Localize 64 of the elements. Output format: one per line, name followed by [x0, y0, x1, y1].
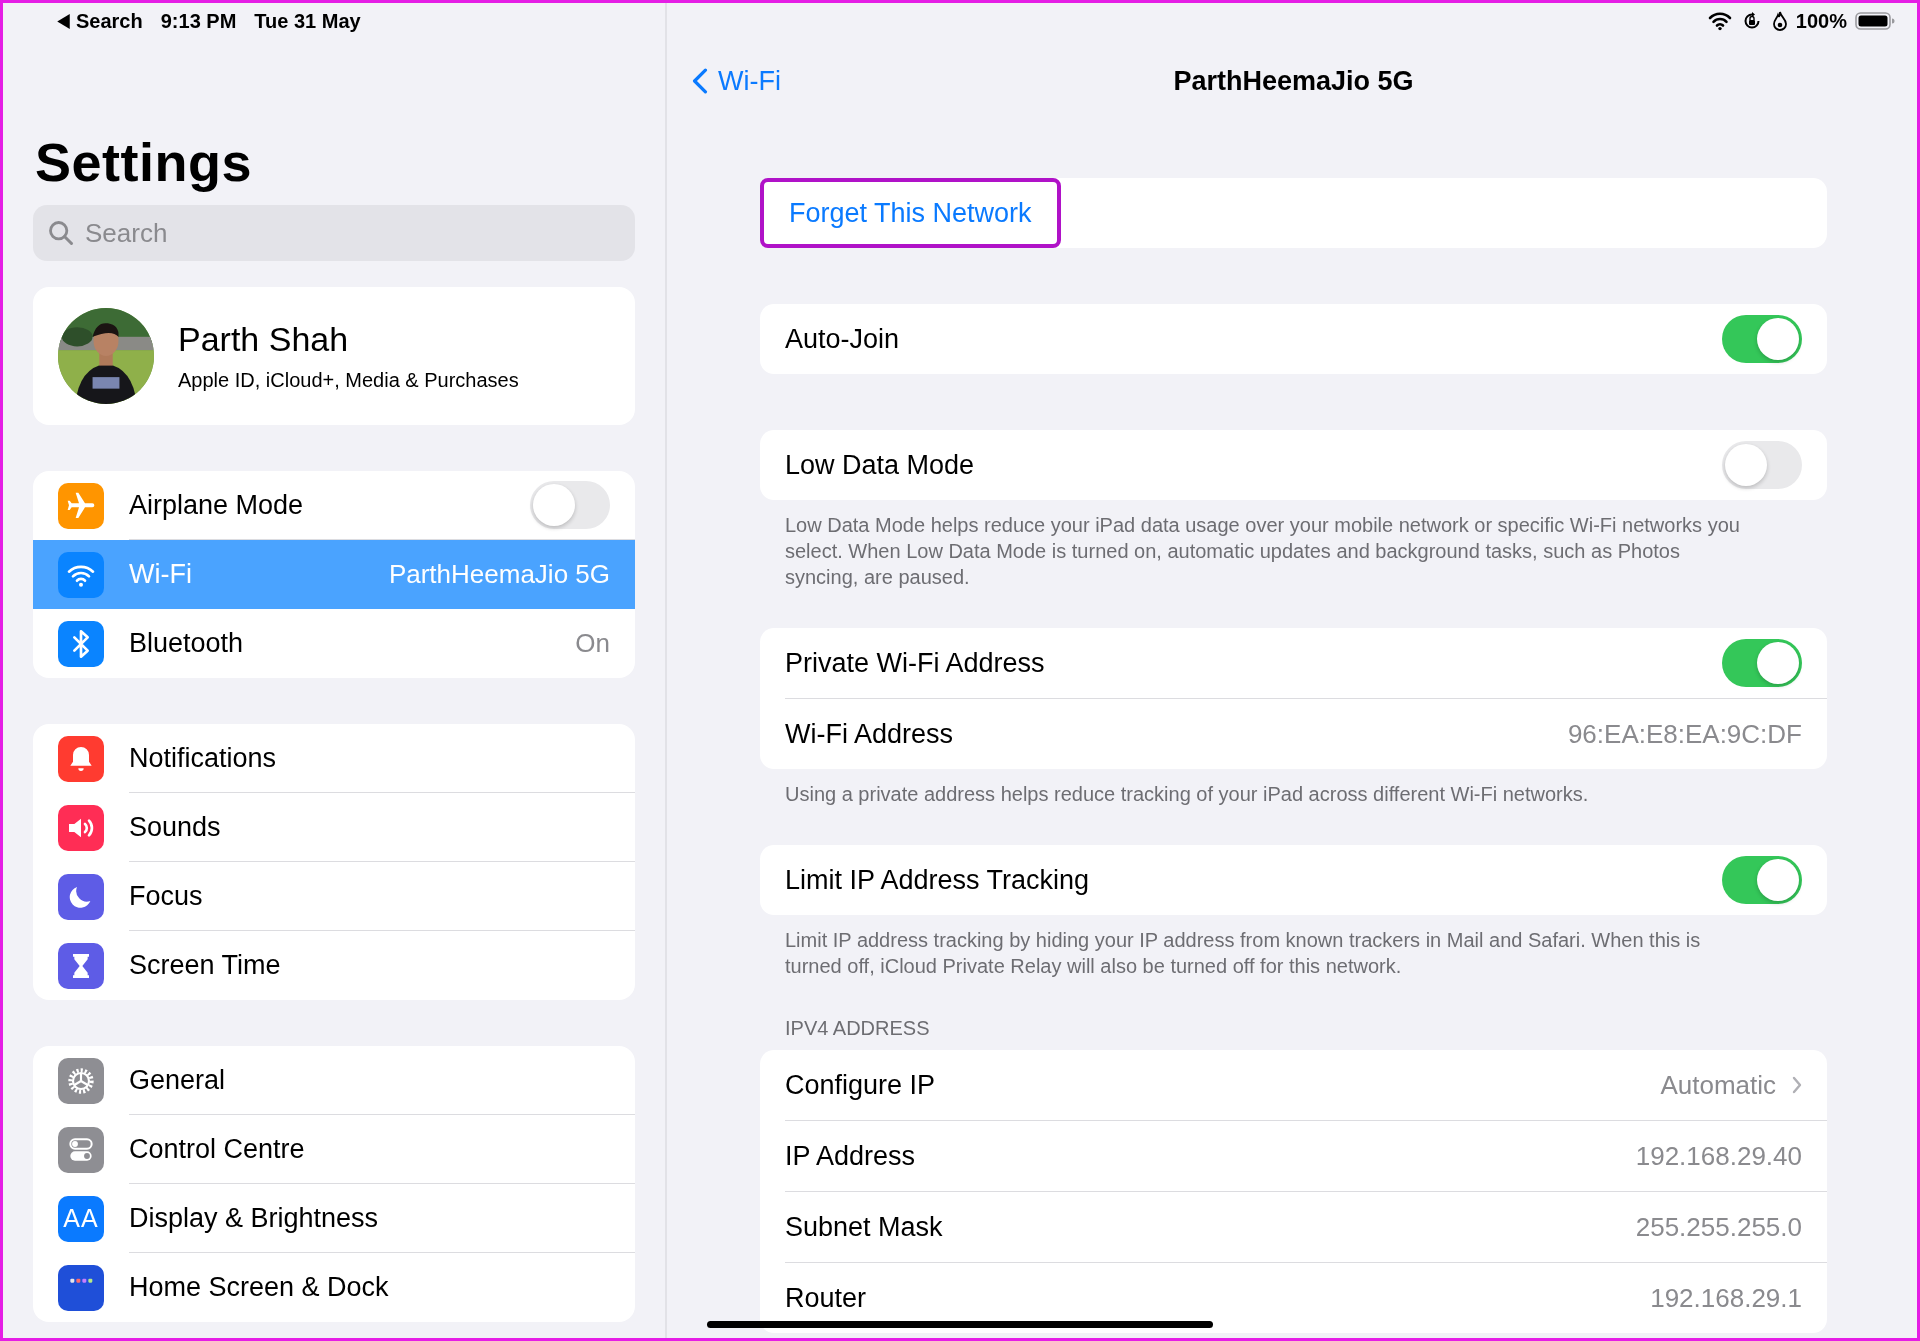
item-label: Focus [129, 880, 203, 912]
letters-icon: AA [58, 1195, 104, 1242]
row-label: Router [785, 1282, 867, 1314]
back-button[interactable]: Wi-Fi [692, 65, 781, 97]
toggle-switch[interactable] [1722, 639, 1802, 687]
row-label: Configure IP [785, 1069, 936, 1101]
section-footer: Low Data Mode helps reduce your iPad data usage over your mobile network or specific Wi-Fi networks you select. When Low Data Mode is turned on, automatic updates and background tasks, such as Photos syncing, are paused. [785, 512, 1757, 590]
row-label: Limit IP Address Tracking [785, 864, 1090, 896]
row-value: 255.255.255.0 [1635, 1211, 1802, 1243]
row-label: Auto-Join [785, 323, 900, 355]
item-label: Notifications [129, 742, 277, 774]
item-label: General [129, 1064, 226, 1096]
profile-card[interactable]: Parth Shah Apple ID, iCloud+, Media & Purchases [33, 287, 635, 425]
item-label: Airplane Mode [129, 489, 304, 521]
date: Tue 31 May [254, 9, 361, 33]
sidebar-item[interactable]: General [33, 1046, 635, 1115]
network-title: ParthHeemaJio 5G [1173, 65, 1414, 97]
sidebar-item[interactable]: Notifications [33, 724, 635, 793]
section-footer: Using a private address helps reduce tracking of your iPad across different Wi-Fi networks. [785, 781, 1757, 807]
toggle-switch[interactable] [1722, 441, 1802, 489]
section-footer: Limit IP address tracking by hiding your IP address from known trackers in Mail and Safari. When this is turned off, iCloud Private Relay will also be turned off for this network. [785, 927, 1757, 979]
row-value: 192.168.29.40 [1635, 1140, 1802, 1172]
back-label[interactable]: Search [76, 9, 143, 33]
toggle-switch[interactable] [1722, 315, 1802, 363]
sidebar-item[interactable]: Control Centre [33, 1115, 635, 1184]
search-icon [47, 219, 75, 247]
item-value: On [575, 628, 610, 659]
sidebar-item[interactable]: Airplane Mode [33, 471, 635, 540]
wifi-icon [1707, 11, 1732, 31]
section-header: IPV4 ADDRESS [785, 1017, 931, 1040]
sidebar-item[interactable]: AA Display & Brightness [33, 1184, 635, 1253]
back-arrow-icon[interactable] [57, 13, 70, 29]
row-value: 192.168.29.1 [1650, 1282, 1802, 1314]
item-label: Wi-Fi [129, 559, 192, 590]
row-label: Wi-Fi Address [785, 718, 954, 750]
time: 9:13 PM [160, 9, 237, 33]
profile-name: Parth Shah [178, 320, 350, 359]
sidebar-item[interactable]: Focus [33, 862, 635, 931]
item-label: Sounds [129, 811, 221, 843]
forget-network-button[interactable]: Forget This Network [760, 178, 1061, 248]
row-value: 96:EA:E8:EA:9C:DF [1567, 718, 1802, 750]
toggle-switch[interactable] [530, 481, 610, 529]
item-label: Home Screen & Dock [129, 1272, 389, 1303]
row-label: Subnet Mask [785, 1211, 943, 1243]
row-label: Private Wi-Fi Address [785, 647, 1045, 679]
battery-percentage: 100% [1795, 9, 1847, 33]
sidebar-item[interactable]: Sounds [33, 793, 635, 862]
chevron-icon[interactable] [1792, 1076, 1802, 1094]
sidebar-item[interactable]: Bluetooth On [33, 609, 635, 678]
row-label: Low Data Mode [785, 449, 975, 481]
search-field[interactable]: Search [33, 205, 635, 261]
item-label: Control Centre [129, 1133, 305, 1165]
row-label: IP Address [785, 1140, 916, 1172]
item-label: Screen Time [129, 950, 281, 981]
item-label: Display & Brightness [129, 1202, 379, 1234]
battery-icon [1855, 11, 1895, 31]
item-label: Bluetooth [129, 628, 244, 659]
sidebar-item[interactable]: Home Screen & Dock [33, 1253, 635, 1322]
toggle-switch[interactable] [1722, 856, 1802, 904]
chevron-icon[interactable] [692, 68, 708, 94]
sidebar-item[interactable]: Screen Time [33, 931, 635, 1000]
profile-subtitle: Apple ID, iCloud+, Media & Purchases [178, 369, 519, 392]
drop-icon [1771, 11, 1788, 31]
item-value: ParthHeemaJio 5G [388, 559, 610, 590]
